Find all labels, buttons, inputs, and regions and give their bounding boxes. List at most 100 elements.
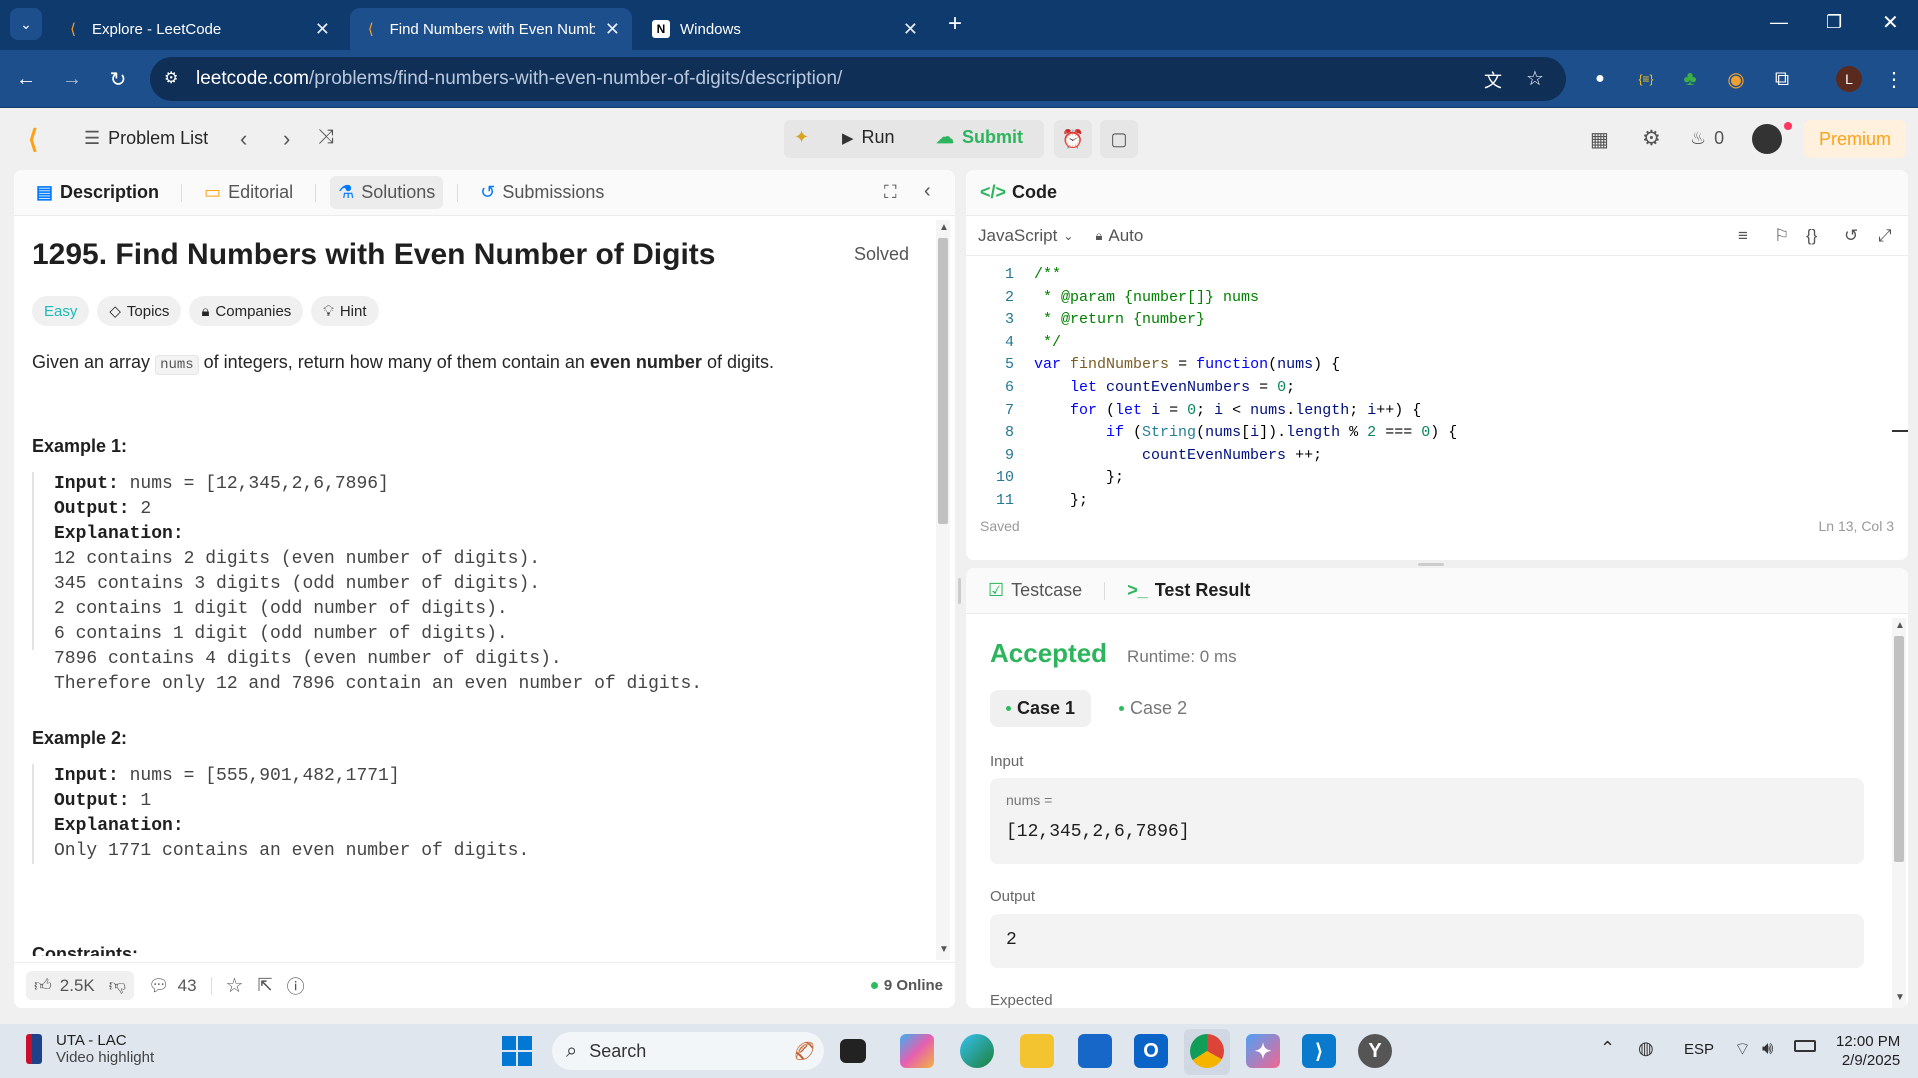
scrollbar-thumb[interactable] [1894, 636, 1904, 862]
copilot-icon[interactable] [900, 1034, 934, 1068]
store-icon[interactable] [1078, 1034, 1112, 1068]
scroll-down-arrow[interactable]: ▼ [939, 944, 949, 955]
windows-start-icon[interactable] [500, 1034, 534, 1068]
companies-button[interactable]: 🔒︎ Companies [189, 296, 304, 326]
leetcode-logo[interactable]: ⟨ [28, 124, 38, 155]
auto-mode[interactable]: 🔒︎ Auto [1095, 226, 1143, 246]
format-icon[interactable]: ≡ [1738, 226, 1748, 246]
braces-icon[interactable]: {} [1806, 226, 1817, 246]
reload-icon[interactable]: ↻ [104, 65, 132, 93]
news-widget[interactable]: UTA - LAC Video highlight [26, 1032, 154, 1066]
tab-search-button[interactable]: ⌄ [10, 8, 42, 40]
tab-editorial[interactable]: ▭ Editorial [196, 176, 301, 209]
browser-tab[interactable]: ⟨ Explore - LeetCode ✕ [52, 8, 342, 50]
profile-avatar[interactable]: L [1836, 66, 1862, 92]
explanation-text: Only 1771 contains an even number of dig… [54, 841, 530, 861]
premium-button[interactable]: Premium [1804, 120, 1906, 158]
expand-icon[interactable]: ⤢ [1878, 226, 1892, 246]
close-tab-icon[interactable]: ✕ [903, 19, 918, 40]
extension-icon[interactable]: ♣ [1676, 65, 1704, 93]
divider [181, 183, 183, 202]
hint-button[interactable]: 💡︎ Hint [311, 296, 379, 326]
scroll-up-arrow[interactable]: ▲ [1895, 620, 1905, 631]
site-info-icon[interactable]: ⚙ [164, 68, 178, 88]
language-select[interactable]: JavaScript ⌄ [978, 226, 1073, 246]
clock-app-icon[interactable]: Y [1358, 1034, 1392, 1068]
task-view-icon[interactable] [840, 1039, 866, 1063]
extension-icon[interactable]: {≡} [1632, 65, 1660, 93]
thumbs-down-icon[interactable]: 👎︎ [109, 975, 126, 996]
run-button[interactable]: ▶ Run [842, 127, 895, 148]
resize-handle[interactable] [1418, 563, 1444, 566]
network-alert-icon[interactable]: ◍ [1638, 1038, 1654, 1059]
close-tab-icon[interactable]: ✕ [315, 19, 330, 40]
share-icon[interactable]: ⇱ [257, 975, 272, 996]
minimize-button[interactable]: — [1770, 12, 1788, 33]
chrome-icon[interactable] [1190, 1034, 1224, 1068]
tab-testcase[interactable]: ☑ Testcase [980, 574, 1090, 607]
new-tab-button[interactable]: + [948, 10, 962, 38]
topics-button[interactable]: ◇ Topics [97, 296, 182, 326]
file-explorer-icon[interactable] [1020, 1034, 1054, 1068]
reset-icon[interactable]: ↺ [1844, 226, 1858, 246]
tab-test-result[interactable]: >_ Test Result [1119, 574, 1258, 607]
volume-icon[interactable]: 🔊︎ [1762, 1038, 1773, 1059]
back-icon[interactable]: ← [12, 65, 40, 93]
edge-icon[interactable] [960, 1034, 994, 1068]
browser-tab-active[interactable]: ⟨ Find Numbers with Even Numb ✕ [350, 8, 632, 50]
vertical-resize-handle[interactable] [958, 578, 961, 604]
help-icon[interactable]: ⓘ [287, 973, 305, 999]
prev-problem-button[interactable]: ‹ [240, 126, 247, 152]
debug-icon[interactable]: ✦ [794, 127, 809, 148]
language-indicator[interactable]: ESP [1684, 1041, 1714, 1058]
star-icon[interactable]: ☆ [226, 973, 244, 998]
input-label: Input: [54, 766, 119, 786]
scroll-up-arrow[interactable]: ▲ [939, 222, 949, 233]
gemini-icon[interactable]: ✦ [1246, 1034, 1280, 1068]
extension-icon[interactable]: ● [1586, 65, 1614, 93]
tab-description[interactable]: ▤ Description [28, 176, 167, 209]
taskbar-search[interactable]: ⌕ Search 🏈︎ [552, 1032, 824, 1070]
next-problem-button[interactable]: › [283, 126, 290, 152]
description-panel: ▤ Description ▭ Editorial ⚗ Solutions ↺ Subm… [14, 170, 955, 1008]
like-button[interactable]: 👍︎ 2.5K 👎︎ [26, 971, 135, 1000]
close-window-button[interactable]: ✕ [1882, 10, 1899, 35]
layout-icon[interactable]: ▦ [1590, 127, 1609, 152]
tab-solutions[interactable]: ⚗ Solutions [330, 176, 444, 209]
problem-list-button[interactable]: ☰ Problem List [84, 128, 208, 149]
scrollbar-thumb[interactable] [938, 238, 948, 524]
shuffle-icon[interactable]: ⤨ [318, 126, 334, 149]
wifi-icon[interactable]: ⌔ [1734, 1038, 1751, 1061]
settings-gear-icon[interactable]: ⚙ [1642, 126, 1661, 151]
outlook-icon[interactable]: O [1134, 1034, 1168, 1068]
case-1-tab[interactable]: Case 1 [990, 690, 1092, 727]
extension-icon[interactable]: ◉ [1722, 65, 1750, 93]
close-tab-icon[interactable]: ✕ [605, 19, 620, 40]
submit-button[interactable]: ☁ Submit [936, 127, 1023, 148]
browser-tab[interactable]: N Windows ✕ [640, 8, 930, 50]
user-avatar[interactable] [1752, 124, 1782, 154]
fullscreen-icon[interactable]: ⛶ [884, 182, 897, 203]
bookmark-star-icon[interactable]: ☆ [1526, 66, 1544, 91]
streak-counter[interactable]: ♨ 0 [1690, 128, 1724, 149]
tab-submissions[interactable]: ↺ Submissions [472, 176, 612, 209]
battery-icon[interactable] [1794, 1040, 1816, 1052]
show-hidden-icons[interactable]: ⌃ [1600, 1038, 1615, 1059]
more-menu-icon[interactable]: ⋮ [1880, 65, 1908, 93]
maximize-button[interactable]: ❐ [1826, 12, 1842, 33]
code-editor[interactable]: 1 2 3 4 5 6 7 8 9 10 11 /** * @param {number[]} nu… [966, 258, 1908, 508]
translate-icon[interactable]: 文 [1484, 67, 1502, 93]
notes-button[interactable]: ▢ [1100, 120, 1138, 158]
vscode-icon[interactable]: ⟩ [1302, 1034, 1336, 1068]
case-2-tab[interactable]: Case 2 [1103, 690, 1203, 727]
extensions-puzzle-icon[interactable]: ⧉ [1768, 65, 1796, 93]
timer-button[interactable]: ⏰ [1054, 120, 1092, 158]
comments-button[interactable]: 💬︎ 43 [148, 976, 197, 996]
address-bar[interactable]: ⚙ leetcode.com/problems/find-numbers-wit… [150, 57, 1566, 101]
collapse-panel-icon[interactable]: ‹ [924, 180, 931, 203]
cursor-position: Ln 13, Col 3 [1818, 518, 1895, 534]
bookmark-icon[interactable]: ⚐ [1774, 226, 1789, 246]
forward-icon[interactable]: → [58, 65, 86, 93]
clock[interactable]: 12:00 PM 2/9/2025 [1836, 1032, 1900, 1070]
scroll-down-arrow[interactable]: ▼ [1895, 992, 1905, 1003]
